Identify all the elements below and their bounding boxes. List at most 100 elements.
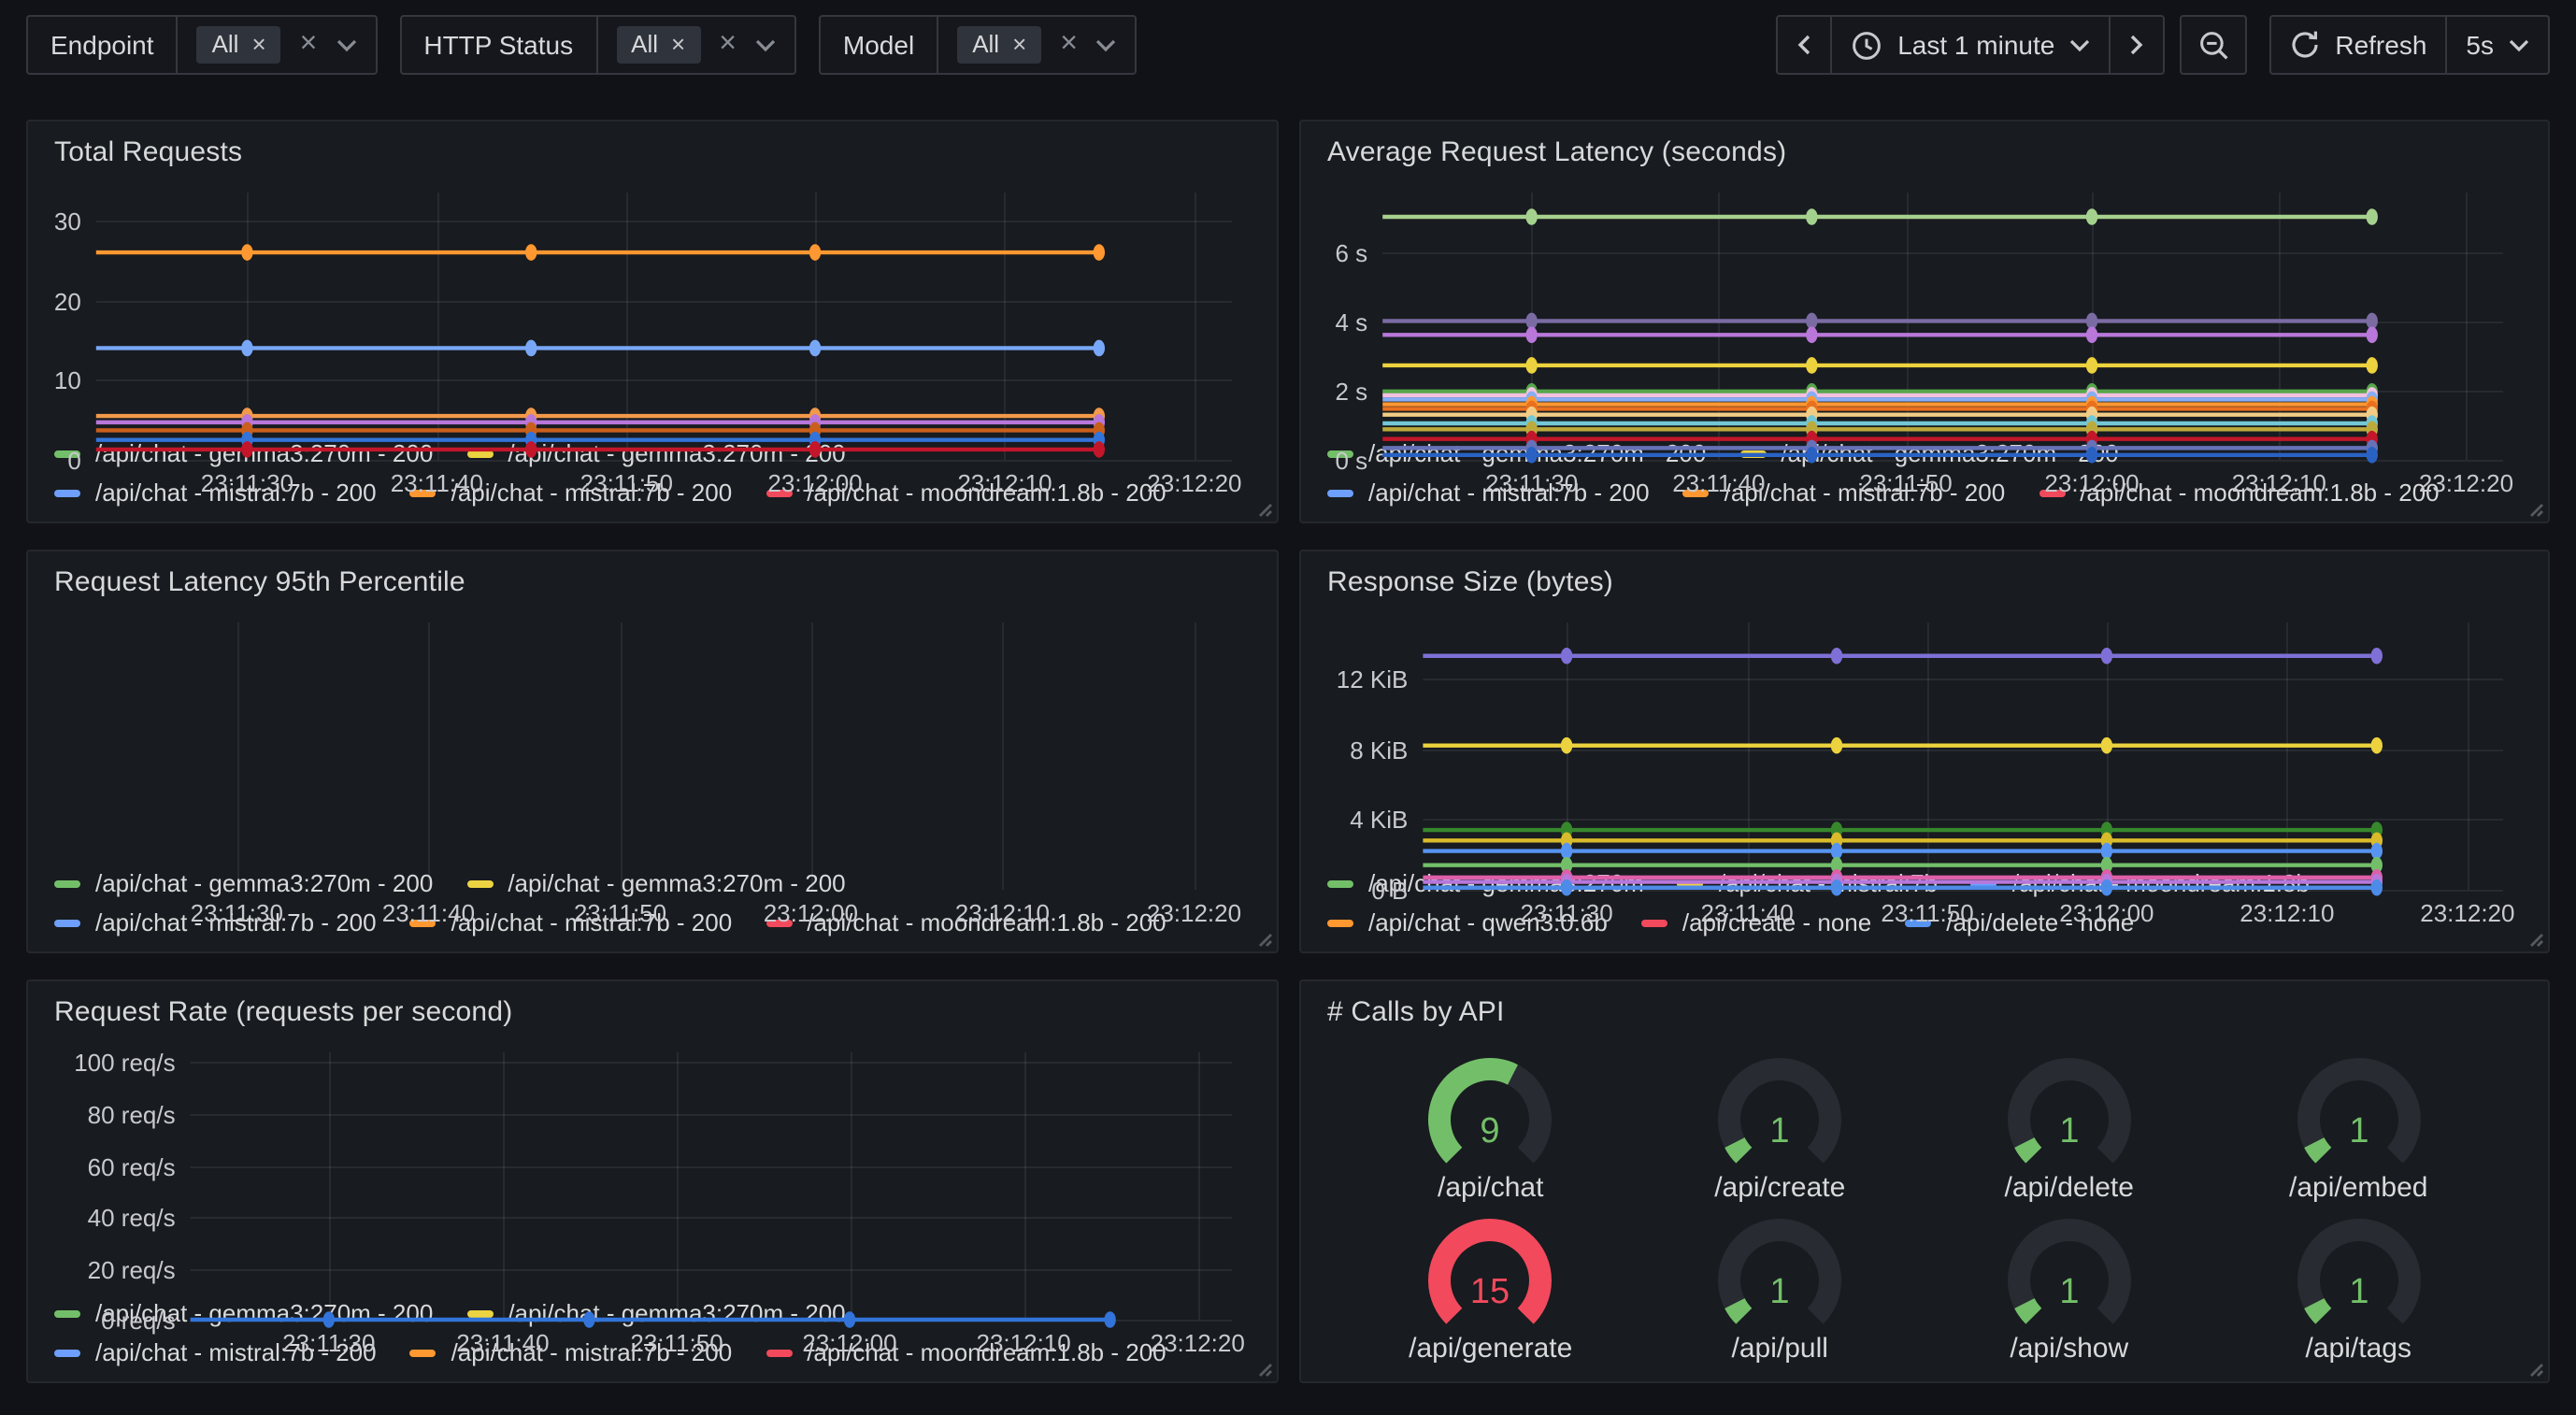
panel-resize-handle[interactable] xyxy=(2526,1359,2544,1378)
svg-text:23:12:20: 23:12:20 xyxy=(1147,899,1241,927)
gauge-label: /api/create xyxy=(1714,1172,1845,1204)
panel-resize-handle[interactable] xyxy=(2526,929,2544,948)
gauge-value: 1 xyxy=(2349,1111,2368,1151)
refresh-interval-dropdown[interactable]: 5s xyxy=(2445,15,2550,75)
svg-text:23:12:10: 23:12:10 xyxy=(2240,899,2334,927)
svg-text:0: 0 xyxy=(67,447,80,475)
time-and-refresh-controls: Last 1 minute Refresh 5s xyxy=(1776,15,2550,75)
refresh-button[interactable]: Refresh xyxy=(2269,15,2447,75)
panel-request-latency-p95: Request Latency 95th Percentile 23:11:30… xyxy=(26,550,1279,953)
timeseries-plot[interactable]: 0 req/s20 req/s40 req/s60 req/s80 req/s1… xyxy=(47,1037,1258,1294)
panel-calls-by-api: # Calls by API 9/api/chat 1/api/create 1/a… xyxy=(1299,979,2550,1383)
dashboard-toolbar: Endpoint All× × HTTP Status All× × Model xyxy=(0,0,2576,120)
gauge-api-tags: 1/api/tags xyxy=(2214,1206,2504,1366)
filter-endpoint[interactable]: Endpoint All× × xyxy=(26,15,377,75)
svg-text:23:12:10: 23:12:10 xyxy=(2232,469,2326,497)
chevron-down-icon xyxy=(2509,38,2529,51)
filter-endpoint-value[interactable]: All× × xyxy=(179,17,376,73)
magnifier-minus-icon xyxy=(2197,29,2229,61)
panel-title[interactable]: # Calls by API xyxy=(1320,993,2529,1037)
gauge-value: 1 xyxy=(1770,1111,1790,1151)
gauge-api-chat: 9/api/chat xyxy=(1346,1045,1636,1206)
filter-model-value[interactable]: All× × xyxy=(938,17,1136,73)
svg-text:23:11:40: 23:11:40 xyxy=(456,1329,549,1357)
svg-text:10: 10 xyxy=(54,366,81,394)
filter-clear-icon[interactable]: × xyxy=(719,30,737,60)
filter-model[interactable]: Model All× × xyxy=(819,15,1138,75)
svg-text:20: 20 xyxy=(54,288,81,316)
svg-text:80 req/s: 80 req/s xyxy=(88,1101,176,1129)
gauge-api-show: 1/api/show xyxy=(1925,1206,2214,1366)
svg-text:23:11:30: 23:11:30 xyxy=(1520,899,1612,927)
gauge-label: /api/tags xyxy=(2306,1333,2411,1365)
gauge-label: /api/generate xyxy=(1409,1333,1572,1365)
gauge-value: 15 xyxy=(1471,1272,1510,1311)
gauge-label: /api/show xyxy=(2010,1333,2128,1365)
filter-http-status[interactable]: HTTP Status All× × xyxy=(399,15,796,75)
svg-text:23:12:00: 23:12:00 xyxy=(802,1329,896,1357)
svg-text:23:12:20: 23:12:20 xyxy=(1147,469,1241,497)
gauge-value: 1 xyxy=(2059,1272,2079,1311)
chevron-down-icon[interactable] xyxy=(755,38,776,51)
tag-remove-icon[interactable]: × xyxy=(1012,32,1026,58)
panel-resize-handle[interactable] xyxy=(2526,499,2544,518)
clock-icon xyxy=(1851,29,1882,61)
timeseries-plot[interactable]: 0 B4 KiB8 KiB12 KiB23:11:3023:11:4023:11… xyxy=(1320,607,2529,864)
refresh-icon xyxy=(2290,30,2320,60)
svg-text:23:11:40: 23:11:40 xyxy=(1700,899,1793,927)
svg-text:23:11:50: 23:11:50 xyxy=(1859,469,1952,497)
svg-text:23:12:00: 23:12:00 xyxy=(2044,469,2139,497)
template-variable-filters: Endpoint All× × HTTP Status All× × Model xyxy=(26,15,1138,75)
panel-request-rate: Request Rate (requests per second) 0 req… xyxy=(26,979,1279,1383)
filter-http-status-tag[interactable]: All× xyxy=(616,26,700,64)
gauge-value: 1 xyxy=(2349,1272,2368,1311)
panel-title[interactable]: Total Requests xyxy=(47,133,1258,178)
timeseries-plot[interactable]: 23:11:3023:11:4023:11:5023:12:0023:12:10… xyxy=(47,607,1258,864)
gauge-label: /api/embed xyxy=(2289,1172,2427,1204)
svg-text:23:11:40: 23:11:40 xyxy=(1672,469,1765,497)
svg-text:23:11:50: 23:11:50 xyxy=(574,899,666,927)
svg-text:23:12:00: 23:12:00 xyxy=(767,469,862,497)
time-shift-back-button[interactable] xyxy=(1776,15,1832,75)
gauge-value: 1 xyxy=(2059,1111,2079,1151)
refresh-label: Refresh xyxy=(2335,30,2426,60)
panel-title[interactable]: Response Size (bytes) xyxy=(1320,563,2529,607)
svg-text:0 B: 0 B xyxy=(1371,877,1408,905)
time-range-picker-button[interactable]: Last 1 minute xyxy=(1830,15,2111,75)
chevron-left-icon xyxy=(1796,34,1811,56)
panel-resize-handle[interactable] xyxy=(1254,929,1273,948)
svg-text:12 KiB: 12 KiB xyxy=(1337,665,1409,693)
filter-model-tag[interactable]: All× xyxy=(957,26,1041,64)
timeseries-plot[interactable]: 0 s2 s4 s6 s23:11:3023:11:4023:11:5023:1… xyxy=(1320,178,2529,434)
svg-text:0 req/s: 0 req/s xyxy=(101,1307,176,1335)
chevron-down-icon[interactable] xyxy=(1096,38,1117,51)
time-range-label: Last 1 minute xyxy=(1897,30,2054,60)
panel-title[interactable]: Average Request Latency (seconds) xyxy=(1320,133,2529,178)
zoom-out-time-button[interactable] xyxy=(2180,15,2247,75)
panel-response-size: Response Size (bytes) 0 B 4 KiB 8 KiB 12 Ki… xyxy=(1299,550,2550,953)
gauge-api-delete: 1/api/delete xyxy=(1925,1045,2214,1206)
svg-text:23:12:20: 23:12:20 xyxy=(1151,1329,1245,1357)
svg-text:0 s: 0 s xyxy=(1336,447,1368,475)
svg-text:23:12:10: 23:12:10 xyxy=(957,469,1052,497)
svg-text:8 KiB: 8 KiB xyxy=(1350,736,1408,765)
refresh-interval-value: 5s xyxy=(2466,30,2494,60)
panel-resize-handle[interactable] xyxy=(1254,499,1273,518)
svg-text:23:11:30: 23:11:30 xyxy=(282,1329,375,1357)
filter-clear-icon[interactable]: × xyxy=(300,30,318,60)
filter-clear-icon[interactable]: × xyxy=(1060,30,1078,60)
timeseries-plot[interactable]: 010203023:11:3023:11:4023:11:5023:12:002… xyxy=(47,178,1258,434)
time-shift-forward-button[interactable] xyxy=(2109,15,2165,75)
panel-title[interactable]: Request Latency 95th Percentile xyxy=(47,563,1258,607)
filter-endpoint-tag[interactable]: All× xyxy=(197,26,281,64)
svg-text:2 s: 2 s xyxy=(1336,378,1368,406)
svg-text:23:11:50: 23:11:50 xyxy=(580,469,673,497)
panel-resize-handle[interactable] xyxy=(1254,1359,1273,1378)
tag-remove-icon[interactable]: × xyxy=(251,32,265,58)
svg-text:23:11:40: 23:11:40 xyxy=(391,469,483,497)
filter-http-status-value[interactable]: All× × xyxy=(597,17,794,73)
svg-text:4 KiB: 4 KiB xyxy=(1350,806,1408,834)
panel-title[interactable]: Request Rate (requests per second) xyxy=(47,993,1258,1037)
tag-remove-icon[interactable]: × xyxy=(671,32,685,58)
chevron-down-icon[interactable] xyxy=(336,38,356,51)
